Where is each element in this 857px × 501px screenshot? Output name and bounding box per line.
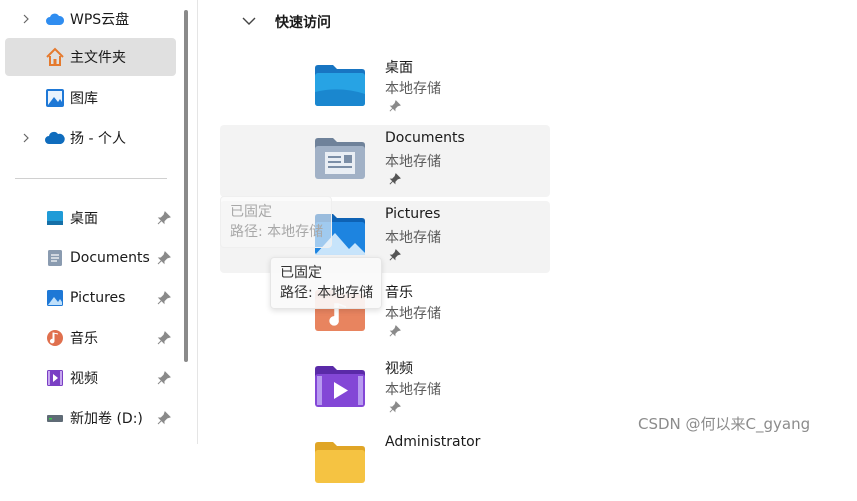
watermark: CSDN @何以来C_gyang [638, 415, 811, 433]
pin-icon[interactable] [157, 291, 171, 305]
pin-icon[interactable] [157, 331, 171, 345]
sidebar-item-pictures[interactable]: Pictures [5, 279, 176, 317]
tile-name: 视频 [385, 361, 413, 377]
quick-access-tile-desktop[interactable]: 桌面 本地存储 [220, 52, 550, 124]
tile-name: Pictures [385, 206, 441, 222]
chevron-right-icon[interactable] [21, 133, 31, 143]
tooltip-line-pinned: 已固定 [280, 265, 322, 281]
tile-location: 本地存储 [385, 382, 441, 398]
tooltip-line-path: 路径: 本地存储 [230, 224, 324, 240]
sidebar-item-wps-cloud[interactable]: WPS云盘 [5, 0, 176, 38]
sidebar-item-label: 主文件夹 [70, 50, 126, 66]
cloud-icon [45, 9, 65, 29]
tile-location: 本地存储 [385, 306, 441, 322]
desktop-icon [45, 208, 65, 228]
sidebar-item-home[interactable]: 主文件夹 [5, 38, 176, 76]
sidebar-item-label: WPS云盘 [70, 12, 130, 28]
sidebar-scrollbar[interactable] [184, 10, 188, 362]
video-icon [45, 368, 65, 388]
tile-name: 音乐 [385, 285, 413, 301]
pin-icon [389, 173, 401, 185]
chevron-down-icon[interactable] [241, 13, 257, 29]
documents-folder-icon [313, 135, 367, 181]
chevron-right-icon[interactable] [21, 14, 31, 24]
tile-location: 本地存储 [385, 81, 441, 97]
tooltip-active: 已固定 路径: 本地存储 [270, 257, 383, 309]
sidebar-item-label: 视频 [70, 371, 98, 387]
sidebar-item-label: 扬 - 个人 [70, 131, 126, 147]
onedrive-icon [45, 128, 65, 148]
sidebar-divider [15, 178, 167, 179]
tile-location: 本地存储 [385, 154, 441, 170]
video-folder-icon [313, 363, 367, 409]
section-title-quick-access[interactable]: 快速访问 [275, 12, 331, 32]
tile-name: Administrator [385, 434, 481, 450]
drive-icon [45, 408, 65, 428]
tile-name: 桌面 [385, 60, 413, 76]
sidebar-item-label: 音乐 [70, 331, 98, 347]
user-folder-icon [313, 439, 367, 485]
quick-access-tile-documents[interactable]: Documents 本地存储 [220, 125, 550, 197]
desktop-folder-icon [313, 62, 367, 108]
sidebar-item-label: Pictures [70, 290, 126, 306]
sidebar-item-label: 新加卷 (D:) [70, 411, 143, 427]
documents-icon [45, 248, 65, 268]
quick-access-tile-administrator[interactable]: Administrator [220, 429, 550, 501]
pin-icon[interactable] [157, 411, 171, 425]
tooltip-line-path: 路径: 本地存储 [280, 285, 374, 301]
pin-icon[interactable] [157, 371, 171, 385]
pin-icon[interactable] [157, 211, 171, 225]
sidebar-item-gallery[interactable]: 图库 [5, 79, 176, 117]
pin-icon[interactable] [157, 251, 171, 265]
sidebar-item-desktop[interactable]: 桌面 [5, 199, 176, 237]
sidebar-item-videos[interactable]: 视频 [5, 359, 176, 397]
home-icon [45, 47, 65, 67]
tile-location: 本地存储 [385, 230, 441, 246]
pin-icon [389, 100, 401, 112]
gallery-icon [45, 88, 65, 108]
tile-name: Documents [385, 130, 465, 146]
quick-access-tile-videos[interactable]: 视频 本地存储 [220, 353, 550, 425]
sidebar-item-music[interactable]: 音乐 [5, 319, 176, 357]
sidebar-item-label: Documents [70, 250, 150, 266]
pictures-icon [45, 288, 65, 308]
pane-divider[interactable] [197, 0, 198, 444]
pin-icon [389, 401, 401, 413]
tooltip-faded: 已固定 路径: 本地存储 [220, 196, 333, 248]
pin-icon [389, 249, 401, 261]
sidebar-item-onedrive[interactable]: 扬 - 个人 [5, 119, 176, 157]
tooltip-line-pinned: 已固定 [230, 204, 272, 220]
music-icon [45, 328, 65, 348]
navigation-pane: WPS云盘 主文件夹 图库 扬 - 个人 桌面 Documents Pictur… [0, 0, 197, 444]
pin-icon [389, 325, 401, 337]
sidebar-item-label: 图库 [70, 91, 98, 107]
sidebar-item-drive-d[interactable]: 新加卷 (D:) [5, 399, 176, 437]
sidebar-item-label: 桌面 [70, 211, 98, 227]
sidebar-item-documents[interactable]: Documents [5, 239, 176, 277]
